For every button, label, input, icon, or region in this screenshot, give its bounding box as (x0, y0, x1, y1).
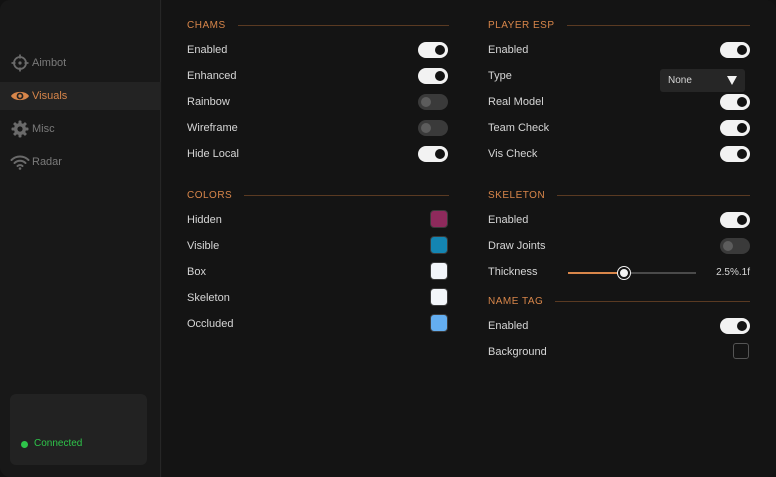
sidebar-item-misc[interactable]: Misc (0, 115, 161, 143)
main-panel: CHAMS Enabled Enhanced Rainbow Wireframe… (162, 0, 776, 477)
connection-status-text: Connected (34, 438, 83, 449)
color-visible-label: Visible (187, 240, 220, 252)
sidebar: Aimbot Visuals Misc Radar Connected (0, 0, 161, 477)
name-tag-section-header: NAME TAG (488, 294, 750, 308)
skeleton-thickness-value: 2.5%.1f (716, 267, 750, 278)
skeleton-draw-joints-label: Draw Joints (488, 240, 546, 252)
sidebar-item-label: Aimbot (32, 57, 67, 69)
color-skeleton-swatch[interactable] (430, 288, 448, 306)
section-divider (555, 300, 750, 302)
skeleton-section-header: SKELETON (488, 188, 750, 202)
esp-enabled-label: Enabled (488, 44, 529, 56)
chams-enabled-label: Enabled (187, 44, 228, 56)
color-box-swatch[interactable] (430, 262, 448, 280)
chams-wireframe-toggle[interactable] (418, 120, 448, 136)
section-title: PLAYER ESP (488, 19, 555, 31)
caret-down-icon (727, 76, 737, 88)
esp-type-label: Type (488, 70, 512, 82)
esp-type-dropdown[interactable]: None (660, 69, 745, 92)
chams-hide-local-label: Hide Local (187, 148, 239, 160)
sidebar-item-visuals[interactable]: Visuals (0, 82, 161, 110)
chams-enabled-toggle[interactable] (418, 42, 448, 58)
color-visible-swatch[interactable] (430, 236, 448, 254)
esp-real-model-label: Real Model (488, 96, 544, 108)
chams-wireframe-label: Wireframe (187, 122, 238, 134)
chams-rainbow-label: Rainbow (187, 96, 230, 108)
slider-fill (568, 272, 625, 274)
esp-enabled-toggle[interactable] (720, 42, 750, 58)
gear-icon (10, 119, 30, 139)
esp-real-model-toggle[interactable] (720, 94, 750, 110)
esp-vis-check-label: Vis Check (488, 148, 538, 160)
sidebar-item-label: Radar (32, 156, 62, 168)
name-tag-background-checkbox[interactable] (733, 343, 749, 359)
player-esp-section-header: PLAYER ESP (488, 18, 750, 32)
app-window: Aimbot Visuals Misc Radar Connected CHAM… (0, 0, 776, 477)
chams-rainbow-toggle[interactable] (418, 94, 448, 110)
sidebar-item-aimbot[interactable]: Aimbot (0, 49, 161, 77)
chams-hide-local-toggle[interactable] (418, 146, 448, 162)
sidebar-item-label: Misc (32, 123, 55, 135)
color-skeleton-label: Skeleton (187, 292, 230, 304)
wifi-icon (10, 152, 30, 172)
section-divider (557, 194, 750, 196)
name-tag-enabled-label: Enabled (488, 320, 529, 332)
connection-status-card: Connected (10, 394, 147, 465)
section-divider (244, 194, 449, 196)
color-occluded-label: Occluded (187, 318, 234, 330)
esp-vis-check-toggle[interactable] (720, 146, 750, 162)
skeleton-enabled-label: Enabled (488, 214, 529, 226)
sidebar-item-radar[interactable]: Radar (0, 148, 161, 176)
color-hidden-label: Hidden (187, 214, 222, 226)
esp-team-check-label: Team Check (488, 122, 550, 134)
color-box-label: Box (187, 266, 206, 278)
section-title: NAME TAG (488, 295, 544, 307)
chams-enhanced-label: Enhanced (187, 70, 237, 82)
esp-type-value: None (668, 75, 692, 86)
section-title: CHAMS (187, 19, 226, 31)
skeleton-draw-joints-toggle[interactable] (720, 238, 750, 254)
section-title: COLORS (187, 189, 233, 201)
skeleton-enabled-toggle[interactable] (720, 212, 750, 228)
slider-thumb[interactable] (618, 267, 631, 279)
section-title: SKELETON (488, 189, 546, 201)
esp-team-check-toggle[interactable] (720, 120, 750, 136)
status-dot-icon (21, 441, 28, 448)
name-tag-background-label: Background (488, 346, 547, 358)
skeleton-thickness-label: Thickness (488, 266, 538, 278)
section-divider (566, 24, 750, 26)
color-hidden-swatch[interactable] (430, 210, 448, 228)
chams-section-header: CHAMS (187, 18, 449, 32)
sidebar-item-label: Visuals (32, 90, 68, 102)
color-occluded-swatch[interactable] (430, 314, 448, 332)
crosshair-icon (10, 53, 30, 73)
chams-enhanced-toggle[interactable] (418, 68, 448, 84)
section-divider (237, 24, 449, 26)
colors-section-header: COLORS (187, 188, 449, 202)
name-tag-enabled-toggle[interactable] (720, 318, 750, 334)
skeleton-thickness-slider[interactable] (568, 266, 696, 280)
eye-icon (10, 86, 30, 106)
